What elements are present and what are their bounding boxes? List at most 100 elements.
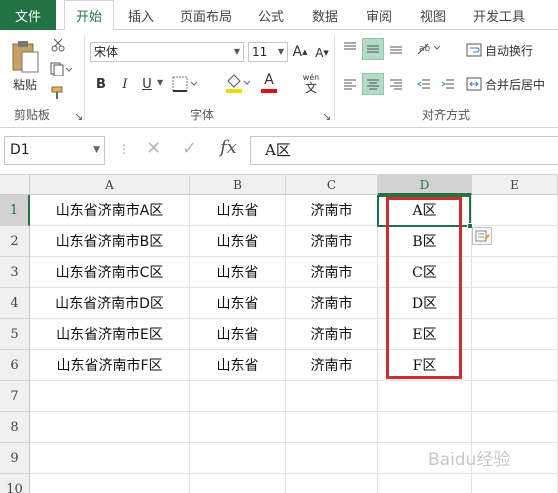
cell-c7[interactable] <box>286 381 378 412</box>
cell-b8[interactable] <box>190 412 286 443</box>
cell-c10[interactable] <box>286 474 378 493</box>
cell-b7[interactable] <box>190 381 286 412</box>
cell-c3[interactable]: 济南市 <box>286 257 378 288</box>
tab-home[interactable]: 开始 <box>64 0 114 31</box>
shrink-font-button[interactable]: A ▼ <box>314 44 330 62</box>
cell-b9[interactable] <box>190 443 286 474</box>
column-header-d[interactable]: D <box>378 175 472 195</box>
cell-c6[interactable]: 济南市 <box>286 350 378 381</box>
tab-formulas[interactable]: 公式 <box>248 0 294 30</box>
cell-d10[interactable] <box>378 474 472 493</box>
cell-c1[interactable]: 济南市 <box>286 195 378 226</box>
fill-color-button[interactable] <box>222 72 252 94</box>
font-name-combo[interactable]: 宋体 ▼ <box>90 42 244 62</box>
decrease-indent-button[interactable] <box>414 74 434 94</box>
enter-icon[interactable]: ✓ <box>182 138 197 159</box>
increase-indent-button[interactable] <box>438 74 458 94</box>
cell-e1[interactable] <box>472 195 558 226</box>
italic-button[interactable]: I <box>116 74 134 94</box>
phonetic-guide-button[interactable]: wén 文 <box>298 70 324 96</box>
flash-fill-options-icon[interactable] <box>472 227 492 245</box>
cell-e7[interactable] <box>472 381 558 412</box>
column-header-c[interactable]: C <box>286 175 378 195</box>
cell-c8[interactable] <box>286 412 378 443</box>
cell-b2[interactable]: 山东省 <box>190 226 286 257</box>
column-header-a[interactable]: A <box>30 175 190 195</box>
cell-a6[interactable]: 山东省济南市F区 <box>30 350 190 381</box>
cell-a8[interactable] <box>30 412 190 443</box>
cell-d6[interactable]: F区 <box>378 350 472 381</box>
font-color-button[interactable]: A <box>254 72 284 94</box>
cell-d5[interactable]: E区 <box>378 319 472 350</box>
cell-c2[interactable]: 济南市 <box>286 226 378 257</box>
cell-b3[interactable]: 山东省 <box>190 257 286 288</box>
align-left-button[interactable] <box>340 74 360 94</box>
row-header-9[interactable]: 9 <box>0 443 30 474</box>
cell-a1[interactable]: 山东省济南市A区 <box>30 195 190 226</box>
cell-e3[interactable] <box>472 257 558 288</box>
select-all-corner[interactable] <box>0 175 30 195</box>
cell-b4[interactable]: 山东省 <box>190 288 286 319</box>
row-header-1[interactable]: 1 <box>0 195 30 226</box>
row-header-4[interactable]: 4 <box>0 288 30 319</box>
chevron-down-icon[interactable]: ▼ <box>157 78 163 87</box>
font-size-combo[interactable]: 11 ▼ <box>248 42 288 62</box>
paste-button[interactable]: 粘贴 <box>6 34 44 98</box>
tab-file[interactable]: 文件 <box>0 0 56 30</box>
cell-b10[interactable] <box>190 474 286 493</box>
orientation-button[interactable]: ab <box>414 38 444 58</box>
cell-e5[interactable] <box>472 319 558 350</box>
cell-d1[interactable]: A区 <box>378 195 472 226</box>
bold-button[interactable]: B <box>92 74 110 94</box>
insert-function-icon[interactable]: fx <box>220 137 237 158</box>
row-header-8[interactable]: 8 <box>0 412 30 443</box>
align-top-button[interactable] <box>340 38 360 58</box>
cell-a4[interactable]: 山东省济南市D区 <box>30 288 190 319</box>
cancel-icon[interactable]: ✕ <box>146 138 161 159</box>
cell-a2[interactable]: 山东省济南市B区 <box>30 226 190 257</box>
tab-data[interactable]: 数据 <box>302 0 348 30</box>
cell-c9[interactable] <box>286 443 378 474</box>
cell-d2[interactable]: B区 <box>378 226 472 257</box>
underline-button[interactable]: U <box>138 74 156 94</box>
format-painter-button[interactable] <box>48 84 68 102</box>
align-middle-button[interactable] <box>362 38 384 60</box>
row-header-5[interactable]: 5 <box>0 319 30 350</box>
cell-e6[interactable] <box>472 350 558 381</box>
cell-b6[interactable]: 山东省 <box>190 350 286 381</box>
formula-input[interactable]: A区 <box>250 136 558 165</box>
row-header-6[interactable]: 6 <box>0 350 30 381</box>
row-header-7[interactable]: 7 <box>0 381 30 412</box>
cell-c4[interactable]: 济南市 <box>286 288 378 319</box>
cell-e10[interactable] <box>472 474 558 493</box>
name-box[interactable]: D1 ▼ <box>4 136 105 165</box>
tab-insert[interactable]: 插入 <box>118 0 164 30</box>
column-header-b[interactable]: B <box>190 175 286 195</box>
font-launcher-icon[interactable]: ↘ <box>322 110 331 123</box>
cut-button[interactable] <box>48 36 68 54</box>
tab-review[interactable]: 审阅 <box>356 0 402 30</box>
cell-d3[interactable]: C区 <box>378 257 472 288</box>
tab-page-layout[interactable]: 页面布局 <box>170 0 242 30</box>
align-bottom-button[interactable] <box>386 38 406 58</box>
row-header-10[interactable]: 10 <box>0 474 30 493</box>
cell-a3[interactable]: 山东省济南市C区 <box>30 257 190 288</box>
cell-c5[interactable]: 济南市 <box>286 319 378 350</box>
cell-a9[interactable] <box>30 443 190 474</box>
cell-e8[interactable] <box>472 412 558 443</box>
tab-view[interactable]: 视图 <box>410 0 456 30</box>
cell-a7[interactable] <box>30 381 190 412</box>
tab-developer[interactable]: 开发工具 <box>464 0 534 30</box>
wrap-text-button[interactable]: 自动换行 <box>466 40 546 60</box>
cell-b5[interactable]: 山东省 <box>190 319 286 350</box>
borders-button[interactable] <box>170 74 200 94</box>
cell-a5[interactable]: 山东省济南市E区 <box>30 319 190 350</box>
clipboard-launcher-icon[interactable]: ↘ <box>74 110 83 123</box>
cell-b1[interactable]: 山东省 <box>190 195 286 226</box>
merge-center-button[interactable]: 合并后居中 <box>466 74 556 94</box>
cell-e4[interactable] <box>472 288 558 319</box>
cell-d8[interactable] <box>378 412 472 443</box>
align-right-button[interactable] <box>386 74 406 94</box>
cell-a10[interactable] <box>30 474 190 493</box>
cell-d4[interactable]: D区 <box>378 288 472 319</box>
